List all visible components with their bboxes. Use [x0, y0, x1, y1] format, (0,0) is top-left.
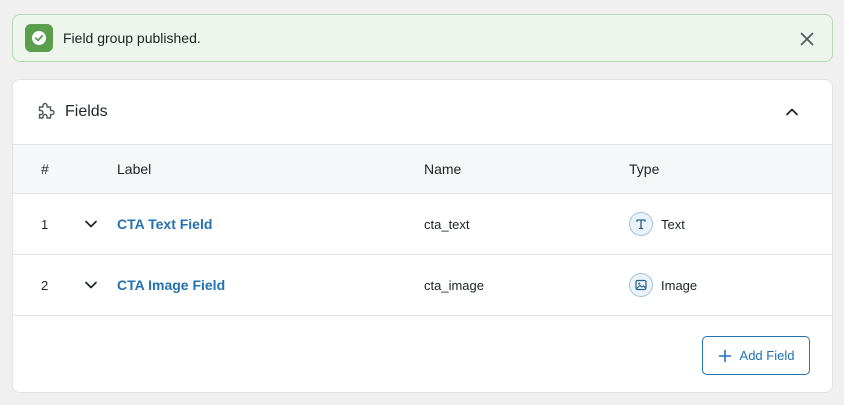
- field-type: Image: [629, 255, 697, 315]
- row-number: 2: [41, 277, 49, 293]
- field-label-link[interactable]: CTA Text Field: [117, 194, 212, 254]
- puzzle-icon: [35, 101, 57, 123]
- success-notice: Field group published.: [12, 14, 833, 62]
- add-field-label: Add Field: [739, 348, 795, 363]
- image-type-icon: [629, 273, 653, 297]
- text-type-icon: [629, 212, 653, 236]
- field-label-link[interactable]: CTA Image Field: [117, 255, 225, 315]
- field-name: cta_text: [424, 216, 470, 232]
- table-row[interactable]: 1 CTA Text Field cta_text Text: [13, 194, 832, 255]
- field-type-label: Image: [661, 277, 698, 293]
- column-header-label: Label: [117, 161, 152, 177]
- panel-header: Fields: [13, 80, 832, 144]
- chevron-down-icon: [85, 281, 97, 289]
- plus-icon: [718, 349, 732, 363]
- field-type-label: Text: [661, 216, 685, 232]
- column-header-number: #: [41, 161, 49, 177]
- collapse-panel-button[interactable]: [780, 100, 804, 124]
- chevron-up-icon: [786, 108, 798, 116]
- check-icon: [25, 24, 53, 52]
- table-header: # Label Name Type: [13, 144, 832, 194]
- field-name: cta_image: [424, 277, 484, 293]
- fields-panel: Fields # Label Name Type 1 CTA Text Fiel…: [12, 79, 833, 393]
- row-number: 1: [41, 216, 49, 232]
- add-field-button[interactable]: Add Field: [702, 336, 810, 375]
- column-header-type: Type: [629, 161, 660, 177]
- field-type: Text: [629, 194, 685, 254]
- dismiss-notice-button[interactable]: [796, 28, 818, 50]
- expand-row-button[interactable]: [81, 194, 101, 254]
- column-header-name: Name: [424, 161, 462, 177]
- table-row[interactable]: 2 CTA Image Field cta_image Image: [13, 255, 832, 316]
- expand-row-button[interactable]: [81, 255, 101, 315]
- panel-title: Fields: [65, 103, 108, 120]
- notice-message: Field group published.: [63, 30, 201, 46]
- close-icon: [800, 32, 814, 46]
- chevron-down-icon: [85, 220, 97, 228]
